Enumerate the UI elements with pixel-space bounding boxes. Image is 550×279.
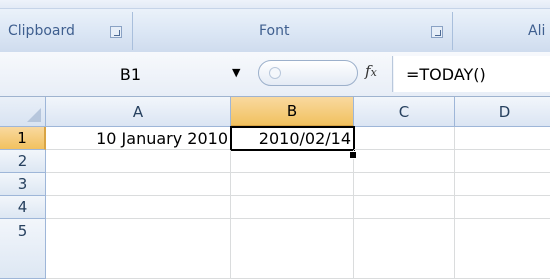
ribbon-group-font: Font — [133, 12, 453, 50]
cell-a2[interactable] — [46, 150, 231, 173]
resize-knob-icon — [269, 67, 281, 79]
cell-d5[interactable] — [455, 219, 550, 279]
cell-b2[interactable] — [231, 150, 354, 173]
cell-c5[interactable] — [354, 219, 455, 279]
clipboard-dialog-launcher-icon[interactable] — [110, 26, 122, 38]
formula-input[interactable]: =TODAY() — [394, 56, 550, 92]
font-dialog-launcher-icon[interactable] — [431, 26, 443, 38]
cell-d1[interactable] — [455, 127, 550, 150]
cell-b1[interactable]: 2010/02/14 — [230, 126, 355, 151]
alignment-group-label: Ali — [528, 23, 546, 39]
clipboard-group-label: Clipboard — [8, 23, 75, 39]
row-header-3[interactable]: 3 — [0, 173, 46, 196]
ribbon-top-strip — [0, 0, 550, 9]
cell-a1[interactable]: 10 January 2010 — [46, 127, 231, 150]
column-header-c[interactable]: C — [354, 97, 455, 127]
cell-d3[interactable] — [455, 173, 550, 196]
ribbon-group-alignment: Ali — [453, 12, 550, 50]
name-box-dropdown-icon[interactable]: ▼ — [232, 66, 240, 79]
formula-bar: B1 ▼ fx =TODAY() — [0, 52, 550, 97]
cell-a5[interactable] — [46, 219, 231, 279]
row-header-4[interactable]: 4 — [0, 196, 46, 219]
column-header-a[interactable]: A — [46, 97, 231, 127]
formula-bar-resize-control[interactable] — [258, 60, 358, 86]
cell-d2[interactable] — [455, 150, 550, 173]
cell-d4[interactable] — [455, 196, 550, 219]
name-box[interactable]: B1 — [8, 60, 253, 88]
column-header-b[interactable]: B — [231, 97, 354, 127]
cell-a3[interactable] — [46, 173, 231, 196]
row-header-2[interactable]: 2 — [0, 150, 46, 173]
cell-b5[interactable] — [231, 219, 354, 279]
fill-handle[interactable] — [349, 151, 357, 159]
cell-c1[interactable] — [354, 127, 455, 150]
formula-separator — [392, 56, 393, 92]
cell-c2[interactable] — [354, 150, 455, 173]
font-group-label: Font — [259, 23, 290, 39]
cell-c3[interactable] — [354, 173, 455, 196]
cell-b3[interactable] — [231, 173, 354, 196]
column-header-d[interactable]: D — [455, 97, 550, 127]
row-header-5[interactable]: 5 — [0, 219, 46, 279]
cell-a4[interactable] — [46, 196, 231, 219]
row-header-1[interactable]: 1 — [0, 127, 46, 150]
ribbon: Clipboard Font Ali — [0, 0, 550, 53]
cell-b4[interactable] — [231, 196, 354, 219]
cell-c4[interactable] — [354, 196, 455, 219]
fx-icon[interactable]: fx — [365, 62, 377, 80]
select-all-corner[interactable] — [0, 97, 46, 127]
